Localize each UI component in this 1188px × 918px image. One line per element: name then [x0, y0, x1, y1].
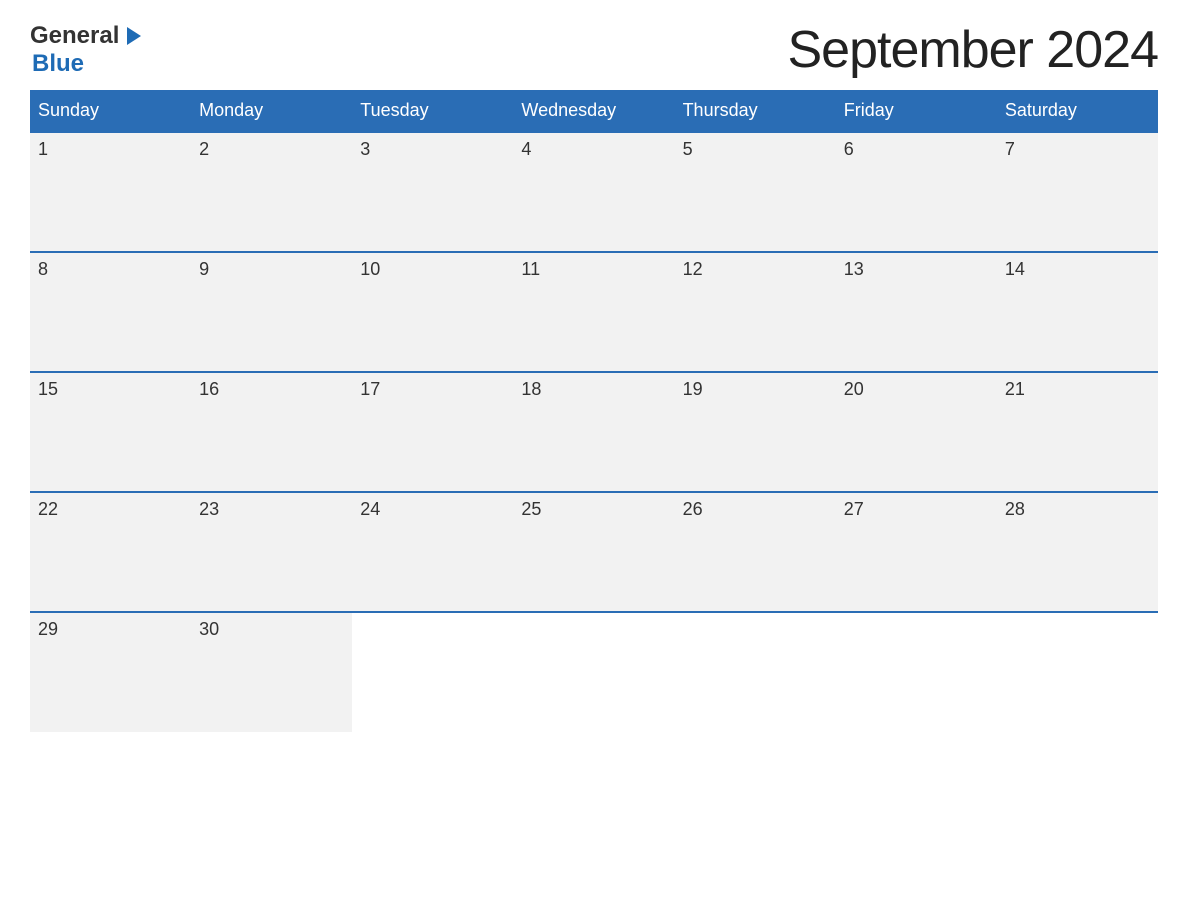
day-number: 10 — [360, 259, 380, 279]
page-header: General Blue September 2024 — [30, 20, 1158, 80]
calendar-day-cell: 27 — [836, 492, 997, 612]
calendar-day-cell — [997, 612, 1158, 732]
header-sunday: Sunday — [30, 90, 191, 132]
calendar-day-cell: 1 — [30, 132, 191, 252]
calendar-day-cell: 24 — [352, 492, 513, 612]
header-thursday: Thursday — [675, 90, 836, 132]
logo: General Blue — [30, 22, 143, 78]
day-number: 6 — [844, 139, 854, 159]
day-number: 28 — [1005, 499, 1025, 519]
calendar-day-cell: 15 — [30, 372, 191, 492]
calendar-day-cell: 2 — [191, 132, 352, 252]
day-number: 21 — [1005, 379, 1025, 399]
day-number: 20 — [844, 379, 864, 399]
day-number: 11 — [521, 259, 540, 279]
day-number: 26 — [683, 499, 703, 519]
calendar-day-cell: 21 — [997, 372, 1158, 492]
weekday-header-row: Sunday Monday Tuesday Wednesday Thursday… — [30, 90, 1158, 132]
logo-general-text: General — [30, 22, 119, 50]
day-number: 14 — [1005, 259, 1025, 279]
day-number: 23 — [199, 499, 219, 519]
day-number: 1 — [38, 139, 48, 159]
day-number: 13 — [844, 259, 864, 279]
calendar-day-cell — [836, 612, 997, 732]
day-number: 27 — [844, 499, 864, 519]
day-number: 30 — [199, 619, 219, 639]
logo-blue-text: Blue — [32, 50, 84, 78]
calendar-day-cell: 4 — [513, 132, 674, 252]
calendar-day-cell — [675, 612, 836, 732]
logo-arrow-icon — [121, 25, 143, 47]
calendar-day-cell: 29 — [30, 612, 191, 732]
day-number: 22 — [38, 499, 58, 519]
day-number: 29 — [38, 619, 58, 639]
day-number: 17 — [360, 379, 380, 399]
calendar-day-cell: 13 — [836, 252, 997, 372]
calendar-day-cell: 30 — [191, 612, 352, 732]
calendar-day-cell: 22 — [30, 492, 191, 612]
calendar-day-cell: 25 — [513, 492, 674, 612]
day-number: 19 — [683, 379, 703, 399]
calendar-day-cell: 26 — [675, 492, 836, 612]
day-number: 16 — [199, 379, 219, 399]
calendar-day-cell: 16 — [191, 372, 352, 492]
calendar-day-cell: 6 — [836, 132, 997, 252]
calendar-week-row: 29 30 — [30, 612, 1158, 732]
calendar-day-cell: 23 — [191, 492, 352, 612]
calendar-week-row: 22 23 24 25 26 27 28 — [30, 492, 1158, 612]
calendar-day-cell — [513, 612, 674, 732]
day-number: 25 — [521, 499, 541, 519]
month-title: September 2024 — [788, 20, 1159, 80]
day-number: 12 — [683, 259, 703, 279]
day-number: 5 — [683, 139, 693, 159]
calendar-day-cell: 9 — [191, 252, 352, 372]
calendar-day-cell: 7 — [997, 132, 1158, 252]
day-number: 24 — [360, 499, 380, 519]
calendar-day-cell: 12 — [675, 252, 836, 372]
day-number: 8 — [38, 259, 48, 279]
day-number: 9 — [199, 259, 209, 279]
calendar-day-cell: 18 — [513, 372, 674, 492]
day-number: 2 — [199, 139, 209, 159]
day-number: 15 — [38, 379, 58, 399]
calendar-day-cell: 17 — [352, 372, 513, 492]
calendar-day-cell: 8 — [30, 252, 191, 372]
calendar-day-cell: 11 — [513, 252, 674, 372]
day-number: 3 — [360, 139, 370, 159]
day-number: 18 — [521, 379, 541, 399]
header-tuesday: Tuesday — [352, 90, 513, 132]
calendar-day-cell: 5 — [675, 132, 836, 252]
calendar-week-row: 1 2 3 4 5 6 7 — [30, 132, 1158, 252]
header-wednesday: Wednesday — [513, 90, 674, 132]
calendar-day-cell: 20 — [836, 372, 997, 492]
calendar-day-cell: 10 — [352, 252, 513, 372]
calendar-day-cell: 3 — [352, 132, 513, 252]
calendar-week-row: 15 16 17 18 19 20 21 — [30, 372, 1158, 492]
calendar-day-cell: 28 — [997, 492, 1158, 612]
calendar-table: Sunday Monday Tuesday Wednesday Thursday… — [30, 90, 1158, 732]
calendar-day-cell — [352, 612, 513, 732]
day-number: 7 — [1005, 139, 1015, 159]
header-monday: Monday — [191, 90, 352, 132]
calendar-week-row: 8 9 10 11 12 13 14 — [30, 252, 1158, 372]
day-number: 4 — [521, 139, 531, 159]
header-friday: Friday — [836, 90, 997, 132]
header-saturday: Saturday — [997, 90, 1158, 132]
calendar-day-cell: 14 — [997, 252, 1158, 372]
calendar-day-cell: 19 — [675, 372, 836, 492]
